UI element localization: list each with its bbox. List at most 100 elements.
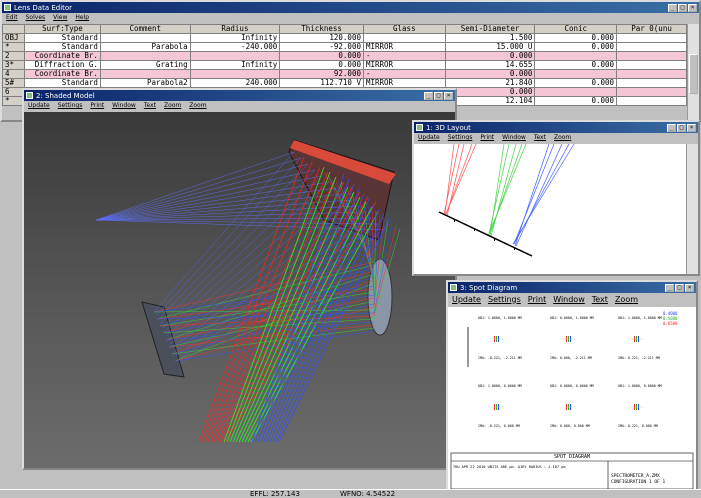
cell-semi[interactable]: 21.840 [444, 78, 536, 88]
menu-view[interactable]: View [53, 14, 67, 21]
layout-titlebar[interactable]: 1: 3D Layout _ □ × [414, 122, 698, 133]
cell-conic[interactable]: 0.000 [534, 96, 618, 106]
table-row[interactable]: * Standard Parabola -240.000 -92.000 MIRROR 15… [2, 42, 687, 52]
cell-par[interactable] [616, 78, 687, 88]
cell-semi[interactable]: 12.104 [444, 96, 536, 106]
cell-par[interactable] [616, 60, 687, 70]
minimize-button[interactable]: _ [424, 91, 433, 100]
menu-update[interactable]: Update [452, 295, 481, 304]
spot-titlebar[interactable]: 3: Spot Diagram _ □ × [448, 282, 696, 293]
layout-scrollbar[interactable] [686, 144, 698, 274]
cell-type[interactable]: Coordinate Br. [23, 51, 101, 61]
cell-surf[interactable]: 2 [2, 51, 25, 61]
maximize-button[interactable]: □ [677, 123, 686, 132]
close-button[interactable]: × [687, 123, 696, 132]
menu-settings[interactable]: Settings [58, 102, 83, 109]
spot-diagram-view[interactable]: OBJ: 1.0000, 1.0000 MM IMA: -8.221, -2.21… [448, 307, 696, 490]
menu-update[interactable]: Update [28, 102, 50, 109]
lde-scrollbar[interactable] [687, 24, 699, 120]
cell-type[interactable]: Diffraction G. [23, 60, 101, 70]
cell-semi[interactable]: 14.655 [444, 60, 536, 70]
menu-settings[interactable]: Settings [448, 134, 473, 141]
cell-conic[interactable]: 0.000 [534, 78, 618, 88]
cell-semi[interactable]: 1.500 [444, 33, 536, 43]
layout-3d-view[interactable] [414, 143, 686, 274]
cell-conic[interactable]: 0.000 [534, 60, 618, 70]
scroll-thumb[interactable] [689, 54, 698, 94]
maximize-button[interactable]: □ [678, 3, 687, 12]
cell-comment[interactable]: Parabola [99, 42, 191, 52]
close-button[interactable]: × [688, 3, 697, 12]
menu-text[interactable]: Text [592, 295, 608, 304]
cell-conic[interactable] [534, 51, 618, 61]
cell-glass[interactable]: - [362, 69, 446, 79]
cell-par[interactable] [616, 96, 687, 106]
cell-conic[interactable] [534, 87, 618, 97]
cell-type[interactable]: Standard [23, 78, 101, 88]
table-row[interactable]: 2 Coordinate Br. 0.000-0.000 [2, 51, 687, 61]
cell-glass[interactable]: MIRROR [362, 60, 446, 70]
menu-zoom[interactable]: Zoom [164, 102, 181, 109]
cell-conic[interactable]: 0.000 [534, 33, 618, 43]
shaded-titlebar[interactable]: 2: Shaded Model _ □ × [24, 90, 455, 101]
cell-glass[interactable]: MIRROR [362, 78, 446, 88]
cell-thickness[interactable]: -92.000 [279, 42, 364, 52]
cell-surf[interactable]: * [2, 42, 25, 52]
cell-semi[interactable]: 0.000 [444, 51, 536, 61]
cell-par[interactable] [616, 69, 687, 79]
menu-edit[interactable]: Edit [6, 14, 18, 21]
minimize-button[interactable]: _ [665, 283, 674, 292]
shaded-model-view[interactable] [24, 112, 455, 468]
cell-comment[interactable]: Parabola2 [99, 78, 191, 88]
cell-glass[interactable]: MIRROR [362, 42, 446, 52]
cell-radius[interactable]: -240.000 [189, 42, 281, 52]
minimize-button[interactable]: _ [667, 123, 676, 132]
cell-radius[interactable] [189, 51, 281, 61]
lde-titlebar[interactable]: Lens Data Editor _ □ × [2, 2, 699, 13]
cell-par[interactable] [616, 51, 687, 61]
cell-semi[interactable]: 0.000 [444, 87, 536, 97]
cell-thickness[interactable]: 0.000 [279, 51, 364, 61]
menu-window[interactable]: Window [553, 295, 585, 304]
minimize-button[interactable]: _ [668, 3, 677, 12]
menu-update[interactable]: Update [418, 134, 440, 141]
table-row[interactable]: 4 Coordinate Br. 92.000-0.000 [2, 69, 687, 79]
cell-surf[interactable]: 3* [2, 60, 25, 70]
cell-glass[interactable] [362, 33, 446, 43]
cell-radius[interactable]: Infinity [189, 33, 281, 43]
cell-thickness[interactable]: 92.000 [279, 69, 364, 79]
cell-surf[interactable]: 5# [2, 78, 25, 88]
close-button[interactable]: × [444, 91, 453, 100]
cell-conic[interactable]: 0.000 [534, 42, 618, 52]
cell-surf[interactable]: OBJ [2, 33, 25, 43]
cell-type[interactable]: Coordinate Br. [23, 69, 101, 79]
cell-radius[interactable]: Infinity [189, 60, 281, 70]
cell-glass[interactable]: - [362, 51, 446, 61]
menu-window[interactable]: Window [502, 134, 526, 141]
menu-solves[interactable]: Solves [26, 14, 46, 21]
close-button[interactable]: × [685, 283, 694, 292]
cell-thickness[interactable]: 120.000 [279, 33, 364, 43]
menu-zoom[interactable]: Zoom [615, 295, 638, 304]
cell-par[interactable] [616, 33, 687, 43]
menu-print[interactable]: Print [480, 134, 494, 141]
table-row[interactable]: 5# Standard Parabola2 240.000 112.710 V MIRRO… [2, 78, 687, 88]
menu-zoom[interactable]: Zoom [554, 134, 571, 141]
cell-radius[interactable]: 240.000 [189, 78, 281, 88]
cell-conic[interactable] [534, 69, 618, 79]
cell-par[interactable] [616, 87, 687, 97]
menu-print[interactable]: Print [90, 102, 104, 109]
cell-radius[interactable] [189, 69, 281, 79]
menu-print[interactable]: Print [528, 295, 546, 304]
cell-comment[interactable]: Grating [99, 60, 191, 70]
cell-thickness[interactable]: 112.710 V [279, 78, 364, 88]
table-row[interactable]: 3* Diffraction G. Grating Infinity 0.000 MIRR… [2, 60, 687, 70]
menu-settings[interactable]: Settings [488, 295, 521, 304]
menu-text[interactable]: Text [144, 102, 156, 109]
cell-type[interactable]: Standard [23, 33, 101, 43]
cell-comment[interactable] [99, 51, 191, 61]
cell-comment[interactable] [99, 33, 191, 43]
cell-comment[interactable] [99, 69, 191, 79]
table-row[interactable]: OBJ Standard Infinity 120.000 1.500 0.000 [2, 33, 687, 43]
maximize-button[interactable]: □ [675, 283, 684, 292]
